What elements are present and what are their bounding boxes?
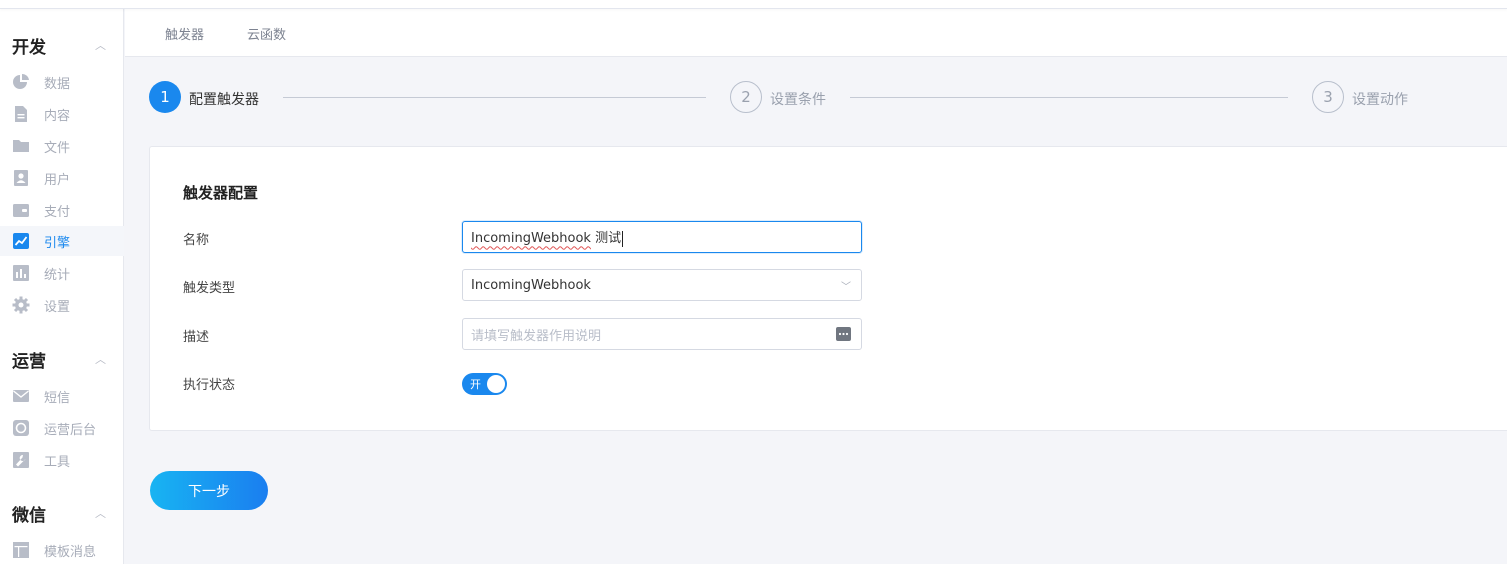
step-1-label: 配置触发器 [189,92,259,108]
chevron-up-icon: ︿ [95,39,106,52]
sidebar-item-label: 运营后台 [44,422,97,438]
sidebar-group-wechat[interactable]: 微信 ︿ [0,499,124,527]
step-connector [283,97,706,98]
sidebar-item-sms[interactable]: 短信 [0,381,124,411]
wallet-icon [12,201,30,219]
status-toggle[interactable]: 开 [462,373,507,395]
status-label: 执行状态 [183,378,236,393]
tab-triggers[interactable]: 触发器 [165,9,204,57]
folder-icon [12,137,30,155]
step-2-label: 设置条件 [770,92,826,108]
sidebar-item-label: 工具 [44,454,71,470]
description-placeholder: 请填写触发器作用说明 [471,328,602,344]
chevron-up-icon: ︿ [95,353,106,366]
step-3-label: 设置动作 [1352,92,1408,108]
sidebar-item-label: 文件 [44,140,71,156]
sidebar-item-label: 模板消息 [44,544,97,560]
bar-chart-icon [12,264,30,282]
sidebar-group-title: 运营 [12,351,46,372]
sidebar-item-label: 设置 [44,299,71,315]
sidebar-item-label: 内容 [44,108,71,124]
trigger-type-label: 触发类型 [183,281,236,296]
next-step-button[interactable]: 下一步 [150,471,268,510]
name-input[interactable]: IncomingWebhook 测试 [462,221,862,253]
trigger-config-card: 触发器配置 名称 IncomingWebhook 测试 触发类型 Incomin… [149,146,1507,431]
sidebar-item-files[interactable]: 文件 [0,131,124,161]
sidebar-group-dev[interactable]: 开发 ︿ [0,31,124,59]
sidebar: 开发 ︿ 数据 内容 文件 用户 支付 引擎 统计 设置 运营 ︿ 短信 运营后… [0,9,124,564]
toggle-knob [487,375,505,393]
gear-icon [12,296,30,314]
sidebar-item-label: 用户 [44,172,71,188]
sidebar-item-data[interactable]: 数据 [0,67,124,97]
description-label: 描述 [183,330,210,345]
trigger-type-value: IncomingWebhook [471,277,591,293]
toggle-on-text: 开 [470,378,481,391]
trend-chart-icon [12,232,30,250]
dashboard-icon [12,419,30,437]
step-1-circle: 1 [149,81,181,113]
sidebar-item-payment[interactable]: 支付 [0,195,124,225]
sidebar-item-content[interactable]: 内容 [0,99,124,129]
sidebar-item-ops-console[interactable]: 运营后台 [0,413,124,443]
tab-cloud-functions[interactable]: 云函数 [247,9,286,57]
step-3-circle: 3 [1312,81,1344,113]
sidebar-group-title: 开发 [12,37,46,58]
user-card-icon [12,169,30,187]
name-label: 名称 [183,233,210,248]
chevron-down-icon: ﹀ [841,282,851,293]
description-input[interactable]: 请填写触发器作用说明 [462,318,862,350]
sidebar-item-template-msg[interactable]: 模板消息 [0,535,124,564]
sidebar-group-title: 微信 [12,505,46,526]
wrench-icon [12,451,30,469]
step-connector [850,97,1288,98]
mail-icon [12,387,30,405]
sidebar-item-label: 数据 [44,76,71,92]
pie-chart-icon [12,73,30,91]
sidebar-item-label: 引擎 [44,235,71,251]
sidebar-item-tools[interactable]: 工具 [0,445,124,475]
top-bar [0,0,1507,9]
sidebar-item-label: 支付 [44,204,71,220]
name-input-value: IncomingWebhook 测试 [471,230,624,247]
tab-strip: 触发器 云函数 [125,9,1507,57]
sidebar-group-ops[interactable]: 运营 ︿ [0,345,124,373]
chevron-up-icon: ︿ [95,507,106,520]
sidebar-item-settings[interactable]: 设置 [0,290,124,320]
sidebar-item-label: 统计 [44,267,71,283]
step-2-circle: 2 [730,81,762,113]
trigger-type-select[interactable]: IncomingWebhook ﹀ [462,269,862,301]
sidebar-item-engine[interactable]: 引擎 [0,226,124,256]
document-icon [12,105,30,123]
sidebar-item-stats[interactable]: 统计 [0,258,124,288]
card-title: 触发器配置 [183,184,259,202]
sidebar-item-users[interactable]: 用户 [0,163,124,193]
sidebar-item-label: 短信 [44,390,71,406]
template-icon [12,541,30,559]
more-options-icon[interactable] [836,327,851,345]
